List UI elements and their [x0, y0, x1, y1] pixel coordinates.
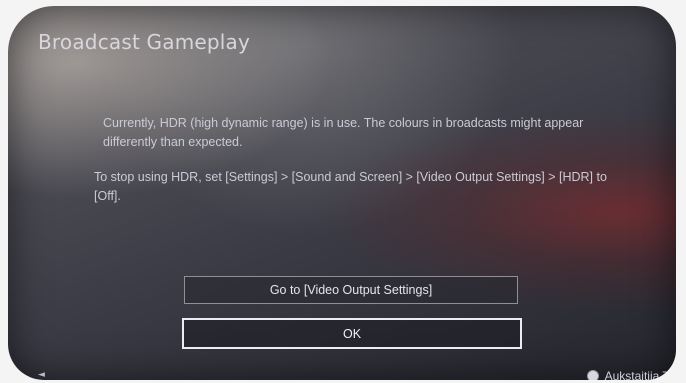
ok-button-label: OK [342, 326, 362, 341]
hdr-notice-text: Currently, HDR (high dynamic range) is i… [103, 116, 584, 149]
go-to-video-output-settings-button[interactable]: Go to [Video Output Settings] [184, 276, 518, 304]
photo-frame: Broadcast Gameplay Currently, HDR (high … [0, 0, 686, 383]
hdr-instructions-text: To stop using HDR, set [Settings] > [Sou… [94, 170, 607, 203]
user-indicator: Aukstaitija Tre [586, 369, 676, 380]
go-to-video-output-settings-label: Go to [Video Output Settings] [269, 283, 433, 297]
ok-button[interactable]: OK [182, 318, 522, 349]
dialog-title: Broadcast Gameplay [38, 30, 251, 54]
user-profile-icon [586, 370, 599, 380]
circle-button-hint-icon: ◄ [38, 370, 45, 380]
user-name: Aukstaitija Tre [604, 369, 676, 380]
tv-screen: Broadcast Gameplay Currently, HDR (high … [8, 6, 676, 380]
